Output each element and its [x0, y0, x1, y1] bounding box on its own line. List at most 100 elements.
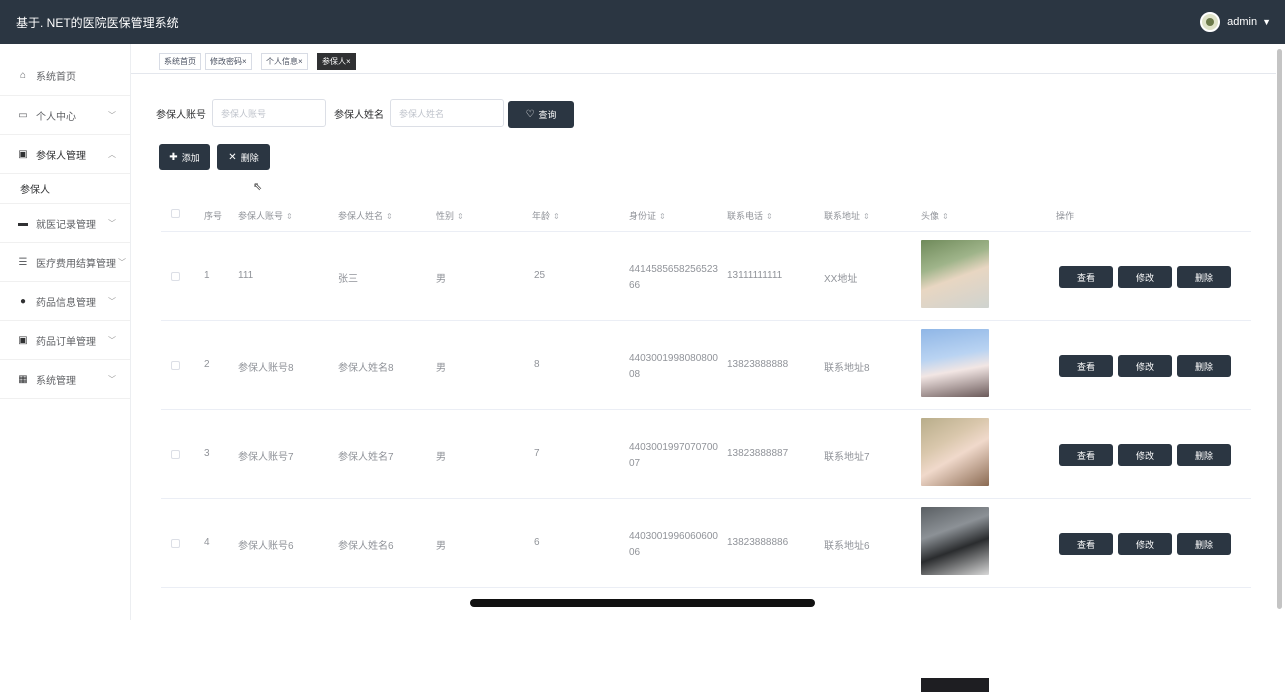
- tab-change-password[interactable]: 修改密码×: [205, 53, 252, 70]
- select-all-checkbox[interactable]: [171, 209, 180, 218]
- cell-account: 参保人账号8: [238, 363, 294, 374]
- tabs-bar: 系统首页 修改密码× 个人信息× 参保人×: [131, 44, 1276, 74]
- row-delete-button[interactable]: 删除: [1177, 533, 1231, 555]
- table-row: 4 参保人账号6 参保人姓名6 男 6 440300199606060006 1…: [161, 499, 1251, 588]
- sidebar-item-label: 药品订单管理: [36, 336, 96, 348]
- name-search-input[interactable]: 参保人姓名: [390, 99, 504, 127]
- scrollbar-thumb[interactable]: [1277, 49, 1282, 609]
- sidebar-item-drug-orders[interactable]: ▣ 药品订单管理 ﹀: [0, 321, 130, 360]
- avatar-photo: [921, 507, 989, 575]
- row-delete-button[interactable]: 删除: [1177, 266, 1231, 288]
- tab-personal-info[interactable]: 个人信息×: [261, 53, 308, 70]
- header-name[interactable]: 参保人姓名 ⇕: [338, 209, 393, 222]
- scrollbar[interactable]: [1276, 44, 1283, 620]
- cell-account: 参保人账号6: [238, 541, 294, 552]
- chevron-down-icon: ﹀: [108, 218, 116, 228]
- row-checkbox[interactable]: [171, 272, 180, 281]
- sidebar-item-label: 系统管理: [36, 375, 76, 387]
- user-menu[interactable]: admin ▼: [1200, 12, 1271, 32]
- sidebar-item-label: 个人中心: [36, 111, 76, 123]
- row-checkbox[interactable]: [171, 361, 180, 370]
- row-delete-button[interactable]: 删除: [1177, 444, 1231, 466]
- view-button[interactable]: 查看: [1059, 266, 1113, 288]
- cell-idcard: 440300199707070007: [629, 442, 718, 469]
- header-account[interactable]: 参保人账号 ⇕: [238, 209, 293, 222]
- edit-button[interactable]: 修改: [1118, 444, 1172, 466]
- header-phone[interactable]: 联系电话 ⇕: [727, 209, 773, 222]
- cell-gender: 男: [436, 274, 446, 285]
- cell-no: 3: [204, 448, 210, 459]
- sidebar-item-insured-management[interactable]: ▣ 参保人管理 ︿: [0, 135, 130, 174]
- sidebar-item-home[interactable]: ⌂ 系统首页: [0, 44, 130, 96]
- tab-home[interactable]: 系统首页: [159, 53, 201, 70]
- close-icon: ✕: [228, 151, 237, 163]
- query-button[interactable]: ♡ 查询: [508, 101, 574, 128]
- header-address[interactable]: 联系地址 ⇕: [824, 209, 870, 222]
- person-icon: ●: [19, 295, 27, 307]
- app-title: 基于. NET的医院医保管理系统: [16, 15, 179, 30]
- sidebar-item-label: 就医记录管理: [36, 219, 96, 231]
- sort-icon: ⇕: [942, 212, 949, 221]
- header-age[interactable]: 年龄 ⇕: [532, 209, 560, 222]
- view-button[interactable]: 查看: [1059, 355, 1113, 377]
- header-gender[interactable]: 性别 ⇕: [436, 209, 464, 222]
- sidebar-item-fee-settlement[interactable]: ☰ 医疗费用结算管理 ﹀: [0, 243, 130, 282]
- sidebar-item-label: 系统首页: [36, 72, 76, 83]
- view-button[interactable]: 查看: [1059, 533, 1113, 555]
- add-button[interactable]: ✚ 添加: [159, 144, 210, 170]
- sort-icon: ⇕: [386, 212, 393, 221]
- sidebar-item-drug-info[interactable]: ● 药品信息管理 ﹀: [0, 282, 130, 321]
- header-actions: 操作: [1056, 211, 1075, 221]
- add-button-label: 添加: [181, 152, 200, 163]
- edit-button[interactable]: 修改: [1118, 533, 1172, 555]
- sidebar-item-personal-center[interactable]: ▭ 个人中心 ﹀: [0, 96, 130, 135]
- cell-gender: 男: [436, 452, 446, 463]
- delete-button[interactable]: ✕ 删除: [217, 144, 270, 170]
- table-header: 序号 参保人账号 ⇕ 参保人姓名 ⇕ 性别 ⇕ 年龄 ⇕ 身份证 ⇕ 联系电话 ⇕ 联系地址…: [161, 195, 1251, 232]
- avatar-photo: [921, 678, 989, 692]
- cell-idcard: 440300199808080008: [629, 353, 718, 380]
- row-delete-button[interactable]: 删除: [1177, 355, 1231, 377]
- sidebar-item-label: 医疗费用结算管理: [36, 258, 116, 270]
- chevron-down-icon: ﹀: [108, 335, 116, 345]
- cell-idcard: 440300199606060006: [629, 531, 718, 558]
- sort-icon: ⇕: [659, 212, 666, 221]
- user-avatar: [1200, 12, 1221, 32]
- cell-address: 联系地址6: [824, 541, 870, 552]
- sidebar-subitem-insured[interactable]: 参保人: [0, 174, 130, 204]
- cell-no: 1: [204, 270, 210, 281]
- sidebar-item-system[interactable]: ▦ 系统管理 ﹀: [0, 360, 130, 399]
- search-form: 参保人账号 参保人账号 参保人姓名 参保人姓名: [156, 99, 512, 127]
- cell-age: 8: [534, 359, 540, 370]
- sort-icon: ⇕: [553, 212, 560, 221]
- header-avatar[interactable]: 头像 ⇕: [921, 209, 949, 222]
- sort-icon: ⇕: [286, 212, 293, 221]
- sort-icon: ⇕: [766, 212, 773, 221]
- cell-account: 参保人账号7: [238, 452, 294, 463]
- edit-button[interactable]: 修改: [1118, 266, 1172, 288]
- mouse-cursor-icon: ⇖: [253, 181, 263, 193]
- heart-icon: ♡: [525, 109, 535, 120]
- sidebar: ⌂ 系统首页 ▭ 个人中心 ﹀ ▣ 参保人管理 ︿ 参保人 ▬ 就医记录管理 ﹀…: [0, 44, 131, 620]
- sort-icon: ⇕: [863, 212, 870, 221]
- chevron-down-icon: ﹀: [108, 110, 116, 120]
- table-row: 1 111 张三 男 25 441458565825652366 1311111…: [161, 232, 1251, 321]
- row-checkbox[interactable]: [171, 539, 180, 548]
- clipboard-icon: ▣: [18, 334, 28, 346]
- account-label: 参保人账号: [156, 109, 206, 121]
- edit-button[interactable]: 修改: [1118, 355, 1172, 377]
- sidebar-item-medical-records[interactable]: ▬ 就医记录管理 ﹀: [0, 204, 130, 243]
- account-search-input[interactable]: 参保人账号: [212, 99, 326, 127]
- cell-idcard: 441458565825652366: [629, 264, 718, 291]
- view-button[interactable]: 查看: [1059, 444, 1113, 466]
- avatar-photo: [921, 418, 989, 486]
- cell-name: 参保人姓名7: [338, 452, 394, 463]
- tab-insured[interactable]: 参保人×: [317, 53, 356, 70]
- home-icon: ⌂: [19, 70, 27, 81]
- card-icon: ▭: [18, 109, 28, 121]
- cell-address: 联系地址7: [824, 452, 870, 463]
- sort-icon: ⇕: [457, 212, 464, 221]
- header-idcard[interactable]: 身份证 ⇕: [629, 209, 666, 222]
- row-checkbox[interactable]: [171, 450, 180, 459]
- insured-table: 序号 参保人账号 ⇕ 参保人姓名 ⇕ 性别 ⇕ 年龄 ⇕ 身份证 ⇕ 联系电话 ⇕ 联系地址…: [161, 195, 1251, 692]
